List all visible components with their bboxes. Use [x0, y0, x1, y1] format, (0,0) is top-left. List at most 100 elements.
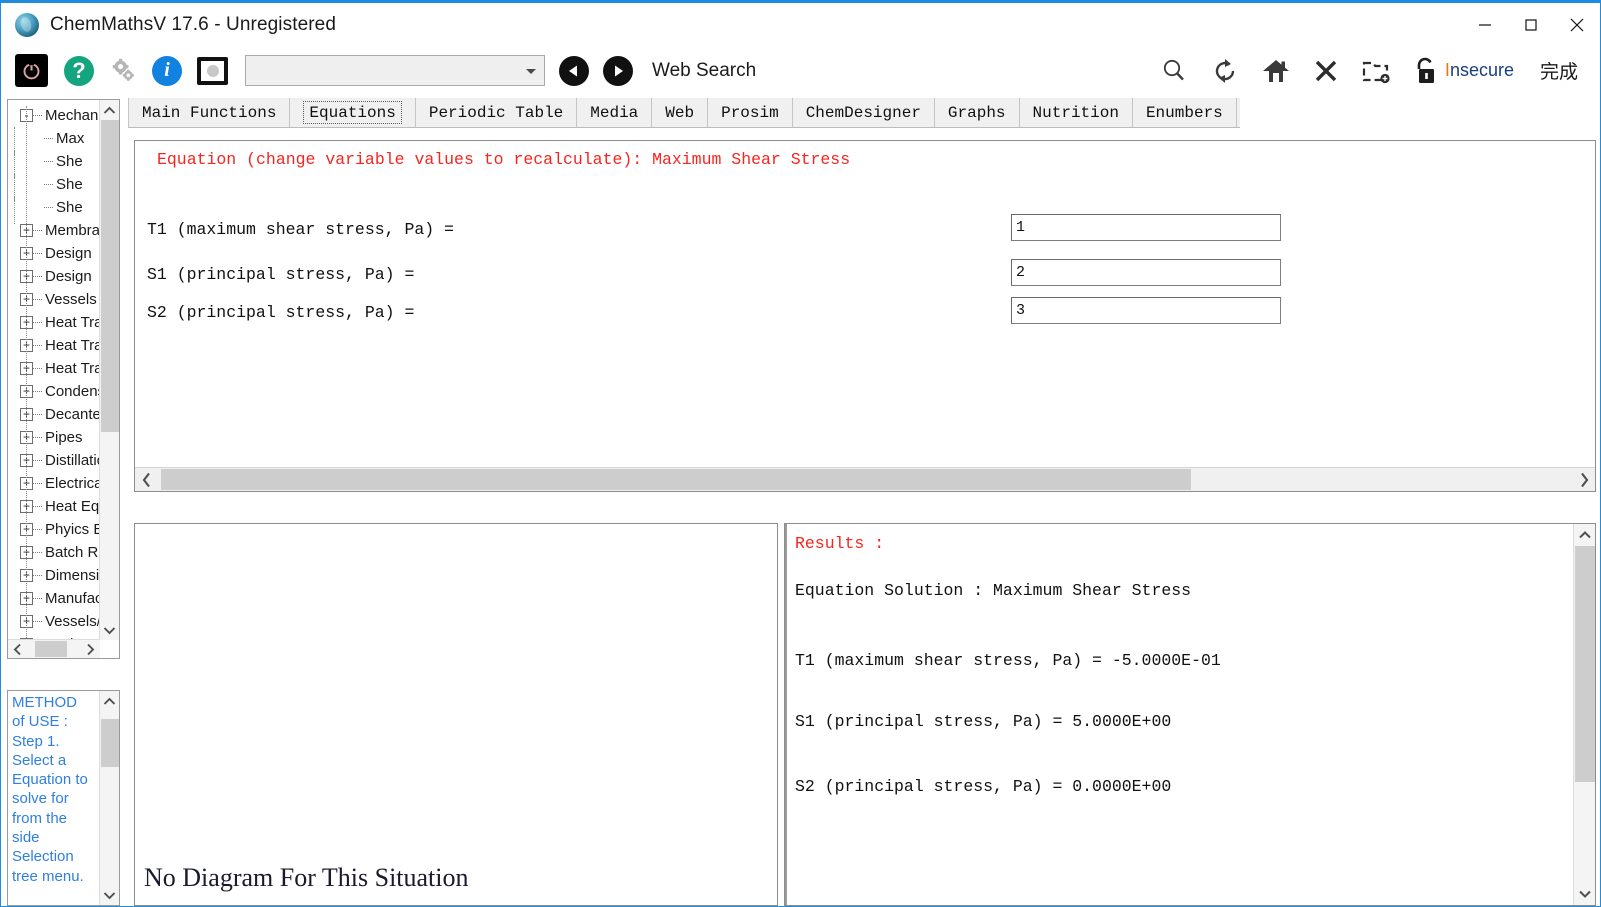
tree-scroll-thumb[interactable]	[101, 120, 119, 432]
refresh-icon[interactable]	[1211, 57, 1239, 85]
home-icon[interactable]	[1261, 57, 1291, 85]
results-vertical-scrollbar[interactable]	[1573, 524, 1595, 905]
chevron-left-icon[interactable]	[8, 640, 27, 658]
close-button[interactable]	[1554, 3, 1600, 47]
magnifier-icon[interactable]	[1159, 56, 1189, 86]
tree-node-label: Design	[45, 268, 92, 285]
monitor-icon[interactable]	[197, 56, 228, 85]
chevron-down-icon[interactable]	[526, 68, 536, 74]
minimize-button[interactable]	[1462, 3, 1508, 47]
tree-node[interactable]: + Heat Eq	[8, 495, 100, 518]
tree-connector	[33, 390, 42, 393]
tab-media[interactable]: Media	[577, 98, 653, 127]
tab-web[interactable]: Web	[652, 98, 709, 127]
equation-horizontal-scrollbar[interactable]	[135, 467, 1595, 491]
tab-main-functions[interactable]: Main Functions	[128, 98, 291, 127]
tree-node[interactable]: + Vessels	[8, 288, 100, 311]
tree-node-label: She	[56, 176, 83, 193]
equation-input-1[interactable]	[1011, 259, 1281, 286]
tab-chemdesigner[interactable]: ChemDesigner	[793, 98, 935, 127]
insecure-label-rest: nsecure	[1449, 60, 1514, 80]
tab-label: Media	[590, 103, 639, 122]
new-folder-icon[interactable]	[1361, 58, 1391, 84]
tree-node[interactable]: + Electrica	[8, 472, 100, 495]
chevron-up-icon[interactable]	[100, 691, 119, 711]
tree-node[interactable]: + Condens	[8, 380, 100, 403]
tree-vertical-scrollbar[interactable]	[99, 100, 119, 640]
help-scroll-thumb[interactable]	[101, 719, 119, 767]
equation-input-2[interactable]	[1011, 297, 1281, 324]
tree-node[interactable]: She	[8, 172, 100, 201]
equation-input-0[interactable]	[1011, 214, 1281, 241]
tree-node-label: Distillatio	[45, 452, 100, 469]
tab-equations[interactable]: Equations	[290, 98, 416, 127]
tree-node[interactable]: + Decante	[8, 403, 100, 426]
tab-nutrition[interactable]: Nutrition	[1020, 98, 1133, 127]
chevron-up-icon[interactable]	[100, 100, 119, 120]
chevron-right-icon[interactable]	[1573, 468, 1595, 491]
tree-node[interactable]: + Design	[8, 242, 100, 265]
results-panel: Results : Equation Solution : Maximum Sh…	[784, 523, 1596, 906]
help-panel: METHOD of USE : Step 1. Select a Equatio…	[7, 690, 120, 906]
tab-label: Equations	[303, 101, 402, 124]
tree-node-label: Design	[45, 245, 92, 262]
tree-node[interactable]: + Pipes	[8, 426, 100, 449]
tree-node[interactable]: + Vessels/	[8, 610, 100, 633]
chevron-down-icon[interactable]	[100, 885, 119, 905]
tree-node[interactable]: Max	[8, 126, 100, 155]
tree-connector	[33, 114, 42, 117]
question-mark-icon[interactable]: ?	[64, 55, 94, 86]
address-input[interactable]	[246, 56, 523, 85]
tree-connector	[33, 482, 42, 485]
tree-connector	[33, 574, 42, 577]
tree-node[interactable]: + Dimensi	[8, 564, 100, 587]
equation-label-1: S1 (principal stress, Pa) =	[147, 265, 415, 284]
unlocked-padlock-icon[interactable]	[1413, 57, 1439, 85]
tree-node[interactable]: + Heat Tra	[8, 334, 100, 357]
chevron-up-icon[interactable]	[1574, 524, 1595, 546]
tree-node-label: Mechan	[45, 107, 99, 124]
back-arrow-icon[interactable]	[559, 55, 589, 86]
info-icon[interactable]: i	[152, 55, 182, 86]
address-combo[interactable]	[245, 55, 545, 86]
tree-connector	[44, 137, 53, 140]
tree-node-label: Pipes	[45, 429, 83, 446]
tree-node[interactable]: + Heat Tra	[8, 311, 100, 334]
close-x-icon[interactable]	[1313, 58, 1339, 84]
done-label[interactable]: 完成	[1540, 57, 1578, 84]
tree-connector	[33, 505, 42, 508]
maximize-button[interactable]	[1508, 3, 1554, 47]
tree-node-label: Electrica	[45, 475, 100, 492]
diagram-panel: No Diagram For This Situation	[134, 523, 778, 906]
chevron-down-icon[interactable]	[1574, 883, 1595, 905]
equation-hscroll-thumb[interactable]	[161, 469, 1191, 490]
tab-prosim[interactable]: Prosim	[708, 98, 793, 127]
tab-graphs[interactable]: Graphs	[935, 98, 1020, 127]
tab-periodic-table[interactable]: Periodic Table	[416, 98, 578, 127]
results-scroll-thumb[interactable]	[1575, 546, 1595, 782]
tree-horizontal-scrollbar[interactable]	[8, 639, 100, 658]
power-icon[interactable]	[15, 54, 48, 87]
tree-node[interactable]: - Mechan	[8, 104, 100, 127]
insecure-status-label: Insecure	[1445, 60, 1514, 81]
tree-node[interactable]: + Design	[8, 265, 100, 288]
tree-node[interactable]: + Phyics E	[8, 518, 100, 541]
gear-icon[interactable]	[108, 56, 138, 86]
forward-arrow-icon[interactable]	[603, 55, 633, 86]
tree-hscroll-thumb[interactable]	[35, 641, 67, 657]
no-diagram-message: No Diagram For This Situation	[144, 863, 469, 892]
tree-node[interactable]: + Distillatio	[8, 449, 100, 472]
equation-label-2: S2 (principal stress, Pa) =	[147, 303, 415, 322]
tree-node[interactable]: + Membra	[8, 219, 100, 242]
tree-node[interactable]: She	[8, 195, 100, 224]
selection-tree: - Mechan Max She She She + Membra + Design + Design…	[8, 100, 100, 640]
tree-node[interactable]: She	[8, 149, 100, 178]
chevron-right-icon[interactable]	[81, 640, 100, 658]
help-vertical-scrollbar[interactable]	[99, 691, 119, 905]
tree-node[interactable]: + Heat Tra	[8, 357, 100, 380]
chevron-down-icon[interactable]	[100, 620, 119, 640]
tab-enumbers[interactable]: Enumbers	[1133, 98, 1237, 127]
tree-node[interactable]: + Manufac	[8, 587, 100, 610]
tree-node[interactable]: + Batch R	[8, 541, 100, 564]
chevron-left-icon[interactable]	[135, 468, 157, 491]
